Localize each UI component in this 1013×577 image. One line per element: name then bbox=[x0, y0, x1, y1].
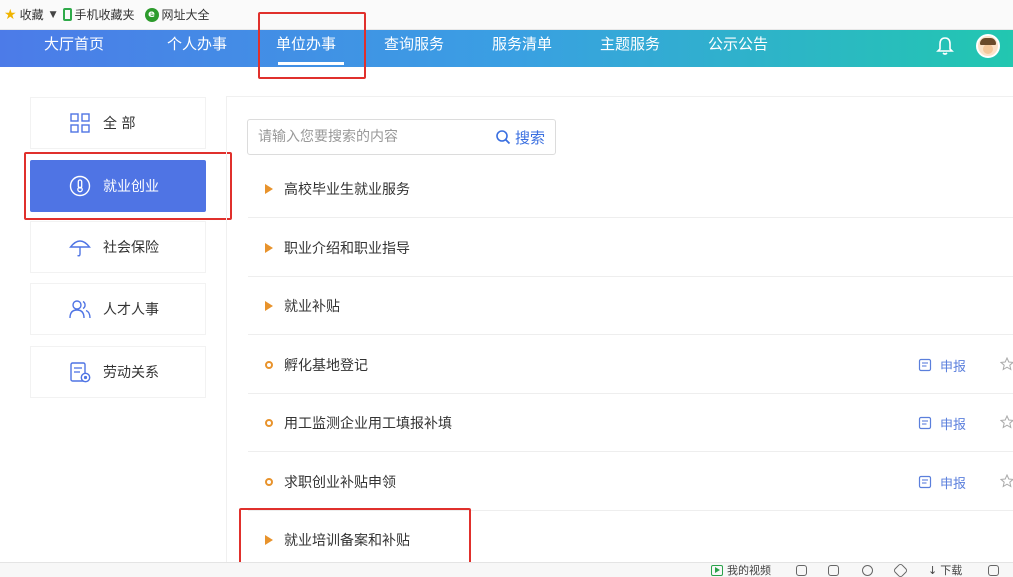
avatar[interactable] bbox=[976, 34, 1000, 58]
apply-button[interactable]: 申报 bbox=[918, 453, 966, 511]
circle-bullet-icon bbox=[265, 418, 273, 427]
nav-item-service-list[interactable]: 服务清单 bbox=[492, 30, 552, 67]
star-outline-icon[interactable] bbox=[1000, 357, 1013, 371]
apply-label: 申报 bbox=[940, 476, 967, 492]
circle-bullet-icon bbox=[265, 477, 273, 486]
service-label[interactable]: 孵化基地登记 bbox=[284, 355, 368, 375]
category-label: 人才人事 bbox=[103, 302, 159, 318]
form-icon bbox=[918, 475, 932, 489]
printer-icon[interactable] bbox=[988, 563, 999, 577]
form-icon bbox=[918, 416, 932, 430]
category-label: 就业创业 bbox=[103, 179, 159, 195]
image-icon[interactable] bbox=[828, 563, 839, 577]
category-all[interactable]: 全 部 bbox=[30, 97, 206, 149]
contract-icon bbox=[70, 362, 91, 383]
service-label[interactable]: 职业介绍和职业指导 bbox=[284, 238, 410, 258]
service-row[interactable]: 用工监测企业用工填报补填 申报 bbox=[248, 394, 1013, 452]
triangle-right-icon bbox=[265, 300, 273, 311]
category-label: 劳动关系 bbox=[103, 365, 159, 381]
service-label[interactable]: 求职创业补贴申领 bbox=[284, 472, 396, 492]
apply-button[interactable]: 申报 bbox=[918, 336, 966, 394]
service-row[interactable]: 高校毕业生就业服务 bbox=[248, 160, 1013, 218]
bookmark-bar: ★ 收藏 ▼ 手机收藏夹 e 网址大全 bbox=[0, 0, 1013, 30]
triangle-right-icon bbox=[265, 242, 273, 253]
category-social-insurance[interactable]: 社会保险 bbox=[30, 221, 206, 273]
rocket-icon[interactable] bbox=[892, 562, 909, 577]
service-row[interactable]: 求职创业补贴申领 申报 bbox=[248, 453, 1013, 511]
download-icon: ↓ bbox=[928, 564, 938, 577]
form-icon bbox=[918, 358, 932, 372]
service-label[interactable]: 高校毕业生就业服务 bbox=[284, 179, 410, 199]
star-icon: ★ bbox=[4, 6, 17, 23]
search-input[interactable] bbox=[248, 120, 495, 154]
triangle-right-icon bbox=[265, 535, 273, 545]
category-talent[interactable]: 人才人事 bbox=[30, 283, 206, 335]
bookmark-site-directory[interactable]: e 网址大全 bbox=[144, 6, 210, 23]
star-outline-icon[interactable] bbox=[1000, 415, 1013, 429]
browser-status-bar: 我的视频 ↓ 下载 bbox=[0, 562, 1013, 577]
category-employment[interactable]: 就业创业 bbox=[30, 160, 206, 212]
thermometer-icon bbox=[69, 175, 91, 197]
service-row[interactable]: 职业介绍和职业指导 bbox=[248, 219, 1013, 277]
nav-item-notice[interactable]: 公示公告 bbox=[708, 30, 768, 67]
service-label[interactable]: 就业补贴 bbox=[284, 296, 340, 316]
shield-icon[interactable] bbox=[796, 563, 807, 577]
star-outline-icon[interactable] bbox=[1000, 474, 1013, 488]
my-video-label: 我的视频 bbox=[727, 564, 771, 577]
download-label: 下载 bbox=[940, 564, 963, 577]
service-label[interactable]: 就业培训备案和补贴 bbox=[284, 530, 410, 550]
bell-icon[interactable] bbox=[936, 36, 954, 56]
triangle-right-icon bbox=[265, 183, 273, 194]
bookmark-label: 收藏 bbox=[19, 8, 44, 22]
globe-icon: e bbox=[144, 7, 159, 22]
apply-label: 申报 bbox=[940, 359, 967, 375]
service-label[interactable]: 用工监测企业用工填报补填 bbox=[284, 413, 452, 433]
bookmark-label: 网址大全 bbox=[161, 8, 210, 22]
bookmark-favorites[interactable]: ★ 收藏 bbox=[4, 6, 44, 23]
service-row[interactable]: 就业培训备案和补贴 bbox=[248, 511, 1013, 569]
category-label: 社会保险 bbox=[103, 240, 159, 256]
nav-item-theme[interactable]: 主题服务 bbox=[600, 30, 660, 67]
chevron-down-icon[interactable]: ▼ bbox=[50, 10, 57, 20]
download-button[interactable]: ↓ 下载 bbox=[928, 563, 962, 577]
category-labor-relations[interactable]: 劳动关系 bbox=[30, 346, 206, 398]
search-button[interactable]: 搜索 bbox=[495, 127, 555, 148]
category-label: 全 部 bbox=[103, 116, 136, 132]
search-button-label: 搜索 bbox=[514, 128, 545, 147]
grid-icon bbox=[70, 113, 90, 133]
service-row[interactable]: 孵化基地登记 申报 bbox=[248, 336, 1013, 394]
service-row[interactable]: 就业补贴 bbox=[248, 277, 1013, 335]
nav-item-personal[interactable]: 个人办事 bbox=[167, 30, 227, 67]
apply-button[interactable]: 申报 bbox=[918, 394, 966, 452]
play-icon bbox=[711, 565, 723, 576]
top-nav: 大厅首页 个人办事 单位办事 查询服务 服务清单 主题服务 公示公告 bbox=[0, 30, 1013, 67]
nav-item-hall-home[interactable]: 大厅首页 bbox=[44, 30, 104, 67]
search-bar: 搜索 bbox=[247, 119, 556, 155]
umbrella-icon bbox=[69, 240, 91, 257]
people-icon bbox=[69, 300, 91, 319]
my-video-button[interactable]: 我的视频 bbox=[711, 563, 771, 577]
search-icon bbox=[496, 130, 511, 145]
circle-bullet-icon bbox=[265, 360, 273, 369]
refresh-icon[interactable] bbox=[862, 563, 873, 577]
apply-label: 申报 bbox=[940, 417, 967, 433]
phone-icon bbox=[62, 8, 72, 21]
bookmark-label: 手机收藏夹 bbox=[74, 8, 135, 22]
nav-item-unit[interactable]: 单位办事 bbox=[276, 30, 345, 67]
bookmark-mobile-favorites[interactable]: 手机收藏夹 bbox=[62, 6, 135, 23]
nav-item-query[interactable]: 查询服务 bbox=[384, 30, 444, 67]
